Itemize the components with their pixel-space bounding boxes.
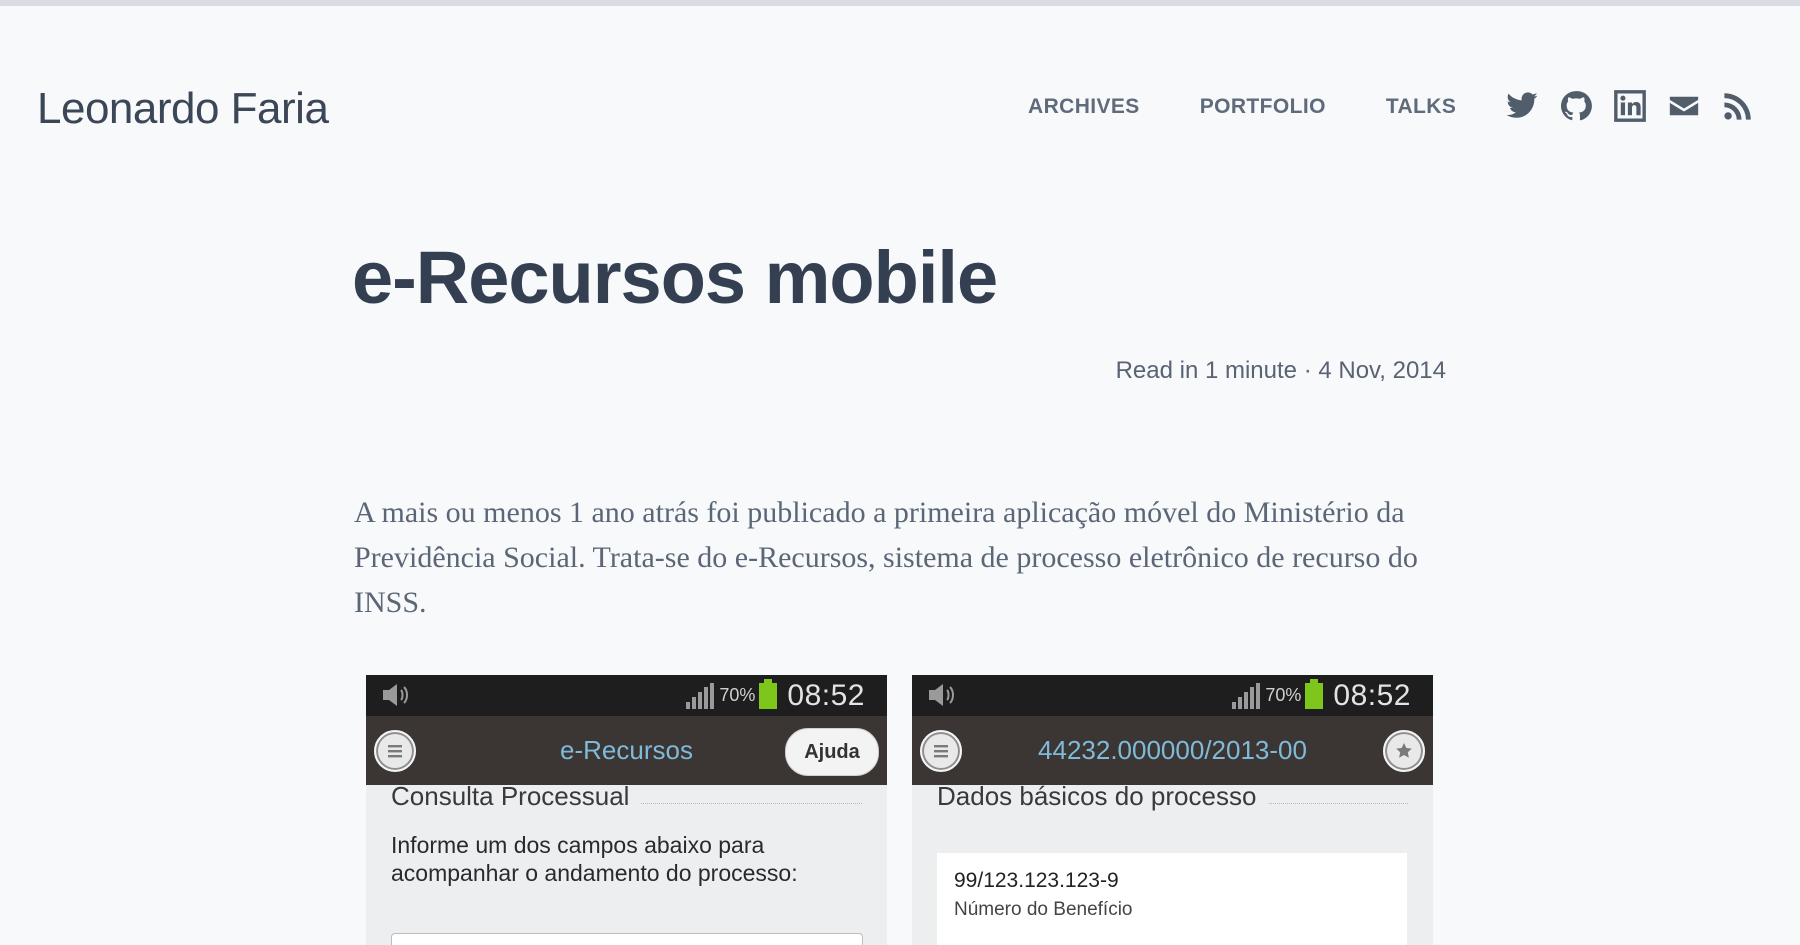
post-title: e-Recursos mobile [352,236,998,319]
nav-talks[interactable]: TALKS [1386,95,1456,119]
social-links [1505,89,1755,123]
process-number-title: 44232.000000/2013-00 [1038,735,1307,765]
search-field [391,933,863,945]
section-divider [1269,803,1408,804]
speaker-icon [383,684,408,706]
speaker-icon [929,684,954,706]
status-bar: 70% 08:52 [366,675,887,716]
battery-percent: 70% [719,685,756,705]
linkedin-icon[interactable] [1613,89,1647,123]
main-nav: ARCHIVES PORTFOLIO TALKS [1028,92,1456,122]
app-screenshot-dados: 70% 08:52 44232.000000/2013-00 Dados bás… [912,675,1433,945]
status-time: 08:52 [1333,678,1411,712]
section-heading: Dados básicos do processo [937,781,1257,811]
benefit-number: 99/123.123.123-9 [954,869,1119,892]
signal-icon [1232,682,1261,709]
help-button: Ajuda [785,728,879,776]
rss-icon[interactable] [1721,89,1755,123]
app-screenshot-consulta: 70% 08:52 e-Recursos Ajuda Consulta Proc… [366,675,887,945]
benefit-label: Número do Benefício [954,899,1133,920]
signal-icon [686,682,715,709]
post-paragraph: A mais ou menos 1 ano atrás foi publicad… [354,496,1418,619]
star-icon [1383,730,1425,772]
app-action-bar: 44232.000000/2013-00 [912,716,1433,785]
instructions-text: Informe um dos campos abaixo para acompa… [391,832,798,886]
status-time: 08:52 [787,678,865,712]
app-action-bar: e-Recursos Ajuda [366,716,887,785]
twitter-icon[interactable] [1505,89,1539,123]
site-title[interactable]: Leonardo Faria [37,79,329,139]
section-heading: Consulta Processual [391,781,630,811]
nav-archives[interactable]: ARCHIVES [1028,95,1140,119]
nav-portfolio[interactable]: PORTFOLIO [1200,95,1326,119]
github-icon[interactable] [1559,89,1593,123]
battery-percent: 70% [1265,685,1302,705]
status-bar: 70% 08:52 [912,675,1433,716]
top-border [0,0,1800,6]
section-divider [641,803,862,804]
battery-icon [1305,678,1324,709]
benefit-card: 99/123.123.123-9 Número do Benefício [937,853,1407,945]
battery-icon [759,678,778,709]
post-meta: Read in 1 minute · 4 Nov, 2014 [1115,357,1446,384]
email-icon[interactable] [1667,89,1701,123]
